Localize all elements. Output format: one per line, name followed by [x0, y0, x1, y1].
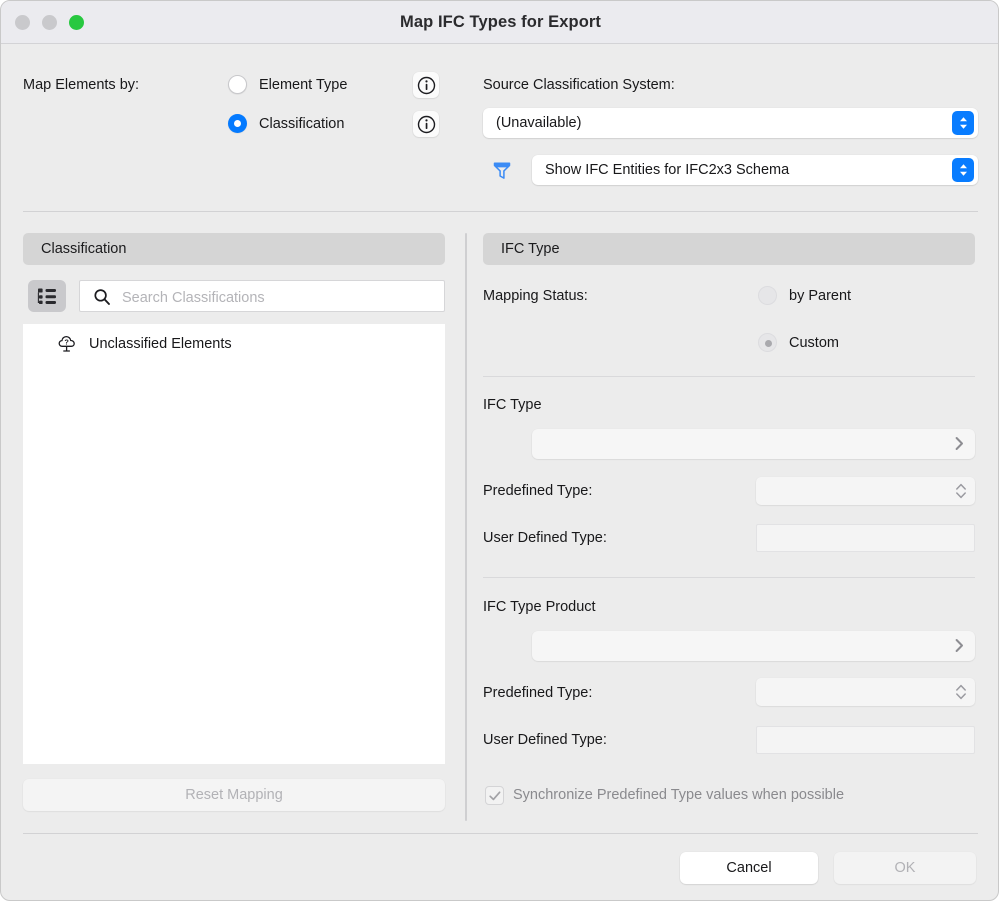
chevron-right-icon — [955, 436, 964, 451]
section-divider-1 — [483, 376, 975, 377]
list-item-label: Unclassified Elements — [89, 336, 232, 352]
bottom-divider — [23, 833, 978, 834]
radio-element-type[interactable] — [228, 75, 247, 94]
info-circle-icon-classification[interactable] — [413, 111, 439, 137]
ifc-type-panel-title: IFC Type — [501, 233, 560, 265]
classification-panel-title: Classification — [41, 233, 126, 265]
stepper-updown-icon[interactable] — [955, 482, 967, 500]
stepper-updown-icon[interactable] — [955, 683, 967, 701]
mapping-status-label: Mapping Status: — [483, 288, 588, 304]
synchronize-predefined-type-label: Synchronize Predefined Type values when … — [513, 787, 844, 803]
user-defined-type-field-1[interactable] — [756, 524, 975, 552]
source-classification-system-label: Source Classification System: — [483, 77, 675, 93]
chevron-updown-icon — [952, 158, 974, 182]
chevron-updown-icon — [952, 111, 974, 135]
classification-panel-header: Classification — [23, 233, 445, 265]
unclassified-cloud-icon: ? — [57, 333, 79, 355]
top-divider — [23, 211, 978, 212]
radio-custom[interactable] — [758, 333, 777, 352]
user-defined-type-input-2[interactable] — [765, 727, 969, 756]
ifc-type-panel-header: IFC Type — [483, 233, 975, 265]
map-elements-by-label: Map Elements by: — [23, 77, 139, 93]
panel-splitter[interactable] — [465, 233, 467, 821]
filter-funnel-icon[interactable] — [492, 160, 512, 181]
ifc-type-section-label: IFC Type — [483, 397, 542, 413]
search-icon — [93, 288, 111, 306]
radio-custom-label: Custom — [789, 335, 839, 351]
predefined-type-stepper-2[interactable] — [756, 678, 975, 706]
ifc-type-product-chooser[interactable] — [532, 631, 975, 661]
window-titlebar: Map IFC Types for Export — [1, 1, 999, 44]
reset-mapping-button[interactable]: Reset Mapping — [23, 779, 445, 811]
source-classification-system-value: (Unavailable) — [496, 108, 581, 138]
ifc-schema-value: Show IFC Entities for IFC2x3 Schema — [545, 155, 789, 185]
cancel-button[interactable]: Cancel — [680, 852, 818, 884]
hierarchy-outline-icon[interactable] — [28, 280, 66, 312]
user-defined-type-field-2[interactable] — [756, 726, 975, 754]
svg-text:?: ? — [64, 337, 69, 346]
ifc-schema-select[interactable]: Show IFC Entities for IFC2x3 Schema — [532, 155, 978, 185]
ifc-type-chooser[interactable] — [532, 429, 975, 459]
section-divider-2 — [483, 577, 975, 578]
ok-button[interactable]: OK — [834, 852, 976, 884]
classification-tree-list[interactable]: ? Unclassified Elements — [23, 324, 445, 764]
search-classifications-field[interactable] — [79, 280, 445, 312]
synchronize-predefined-type-checkbox[interactable] — [485, 786, 504, 805]
user-defined-type-label-1: User Defined Type: — [483, 530, 607, 546]
predefined-type-stepper-1[interactable] — [756, 477, 975, 505]
list-item[interactable]: ? Unclassified Elements — [23, 331, 445, 357]
window-title: Map IFC Types for Export — [1, 1, 999, 43]
radio-by-parent-label: by Parent — [789, 288, 851, 304]
user-defined-type-label-2: User Defined Type: — [483, 732, 607, 748]
user-defined-type-input-1[interactable] — [765, 525, 969, 554]
ifc-type-product-section-label: IFC Type Product — [483, 599, 596, 615]
radio-classification[interactable] — [228, 114, 247, 133]
info-circle-icon-element-type[interactable] — [413, 72, 439, 98]
predefined-type-label-1: Predefined Type: — [483, 483, 592, 499]
checkmark-icon — [488, 789, 502, 803]
radio-by-parent[interactable] — [758, 286, 777, 305]
radio-classification-label: Classification — [259, 116, 344, 132]
chevron-right-icon — [955, 638, 964, 653]
radio-element-type-label: Element Type — [259, 77, 347, 93]
source-classification-system-select[interactable]: (Unavailable) — [483, 108, 978, 138]
predefined-type-label-2: Predefined Type: — [483, 685, 592, 701]
search-input[interactable] — [120, 281, 434, 314]
map-ifc-types-dialog: Map IFC Types for Export Map Elements by… — [0, 0, 999, 901]
